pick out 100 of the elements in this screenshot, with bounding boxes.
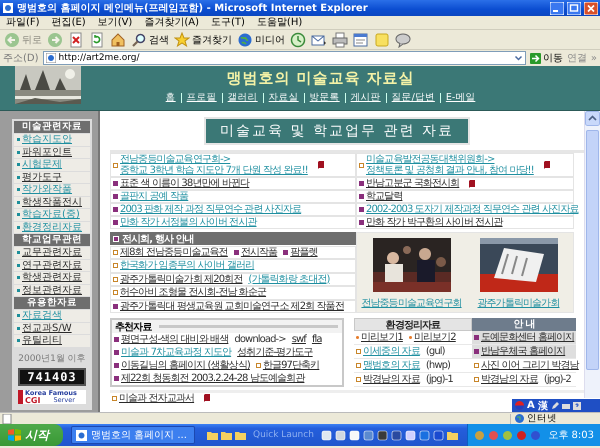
- nav-link[interactable]: 갤러리: [222, 93, 263, 103]
- scrollbar-thumb[interactable]: [586, 130, 599, 370]
- bullet-icon: [356, 349, 361, 354]
- folder-icon[interactable]: [221, 430, 232, 440]
- keyboard-icon[interactable]: [562, 402, 570, 410]
- minimize-button[interactable]: [550, 2, 564, 14]
- toolbar-button[interactable]: [332, 32, 348, 48]
- scrollbar[interactable]: [584, 111, 600, 398]
- folder-icon[interactable]: [207, 430, 218, 440]
- link[interactable]: 한글97단축키: [262, 360, 320, 371]
- link[interactable]: 미리보기1: [361, 332, 403, 343]
- bullet-icon: [113, 194, 118, 199]
- link[interactable]: 학교달력: [366, 191, 402, 202]
- link-note: (hwp): [426, 360, 450, 371]
- toolbar-button[interactable]: [353, 32, 369, 48]
- link-note: (gul): [426, 346, 445, 357]
- app-icon[interactable]: [362, 430, 374, 440]
- link[interactable]: swf: [292, 334, 306, 345]
- pen-icon[interactable]: [550, 402, 559, 410]
- nav-link[interactable]: 게시판: [344, 93, 386, 103]
- nav-link[interactable]: 홈: [160, 93, 181, 103]
- nav-link[interactable]: 프로필: [180, 93, 222, 103]
- link[interactable]: 교무관련자료: [22, 247, 82, 258]
- help-icon[interactable]: [572, 402, 581, 410]
- link[interactable]: 사진 이어 그리기 박경남: [481, 360, 579, 371]
- link[interactable]: 연구관련자료: [22, 260, 82, 271]
- nav-link[interactable]: 자료실: [262, 93, 304, 103]
- menu-item[interactable]: 즐겨찾기(A): [144, 16, 199, 28]
- taskbar-button[interactable]: 맹범호의 홈페이지 ...: [71, 426, 195, 444]
- menu-item[interactable]: 보기(V): [98, 16, 132, 28]
- bullet-icon: [113, 207, 118, 212]
- link[interactable]: 제8회 전남중등미술교육전: [120, 246, 228, 258]
- app-icon[interactable]: [334, 430, 346, 440]
- toolbar-button[interactable]: [110, 32, 126, 48]
- bullet-icon: [113, 250, 118, 255]
- link[interactable]: 유틸리티: [22, 335, 62, 346]
- input-mode[interactable]: A: [527, 400, 535, 411]
- link[interactable]: 2002-2003 도자기 제작과정 직무연수 관련 사진자료: [366, 204, 579, 215]
- nav-link[interactable]: 방문록: [304, 93, 345, 103]
- link[interactable]: 전교과S/W: [22, 322, 72, 334]
- link[interactable]: 박경남의 자료: [481, 374, 538, 385]
- app-icon[interactable]: [390, 430, 402, 440]
- link[interactable]: 광주가톨릭미술가회 제20회전: [120, 274, 242, 285]
- menu-item[interactable]: 도움말(H): [256, 16, 302, 28]
- link[interactable]: 성취기준-평가도구: [237, 347, 313, 358]
- app-icon[interactable]: [348, 430, 360, 440]
- nav-link[interactable]: E-메일: [440, 93, 480, 103]
- address-field[interactable]: http://art2me.org/: [42, 51, 526, 65]
- link[interactable]: 맹범호의 자료: [363, 360, 420, 371]
- link[interactable]: 팜플렛: [290, 246, 318, 258]
- link[interactable]: (가톨릭화랑 초대전): [248, 274, 330, 285]
- toolbar-button[interactable]: 검색: [131, 32, 169, 48]
- app-icon[interactable]: [320, 430, 332, 440]
- bullet-icon: [113, 290, 118, 296]
- app-icon[interactable]: [418, 430, 430, 440]
- link[interactable]: 정보관련자료: [22, 284, 82, 296]
- scroll-up-button[interactable]: [585, 111, 600, 126]
- note-icon: [374, 32, 390, 48]
- stop-icon: [68, 32, 84, 48]
- toolbar-button[interactable]: [89, 32, 105, 48]
- link[interactable]: 평면구성-색의 대비와 배색: [121, 334, 228, 345]
- site-title: 맹범호의 미술교육 자료실: [226, 69, 415, 88]
- close-button[interactable]: [584, 2, 598, 14]
- menu-item[interactable]: 편집(E): [52, 16, 86, 28]
- app-icon[interactable]: [376, 430, 388, 440]
- hanja-mode[interactable]: 漢: [538, 398, 548, 412]
- folder-icon[interactable]: [235, 430, 246, 440]
- toolbar-button[interactable]: [395, 32, 411, 48]
- toolbar-button[interactable]: [68, 32, 84, 48]
- link[interactable]: fla: [312, 334, 322, 345]
- nav-link[interactable]: 질문/답변: [386, 93, 440, 103]
- toolbar-button[interactable]: [290, 32, 306, 48]
- bullet-icon: [17, 163, 20, 166]
- toolbar-button[interactable]: 미디어: [237, 32, 285, 48]
- link[interactable]: 전시작품: [240, 246, 278, 258]
- app-icon[interactable]: [432, 430, 444, 440]
- bullet-icon: [474, 335, 479, 340]
- link[interactable]: 이동길님의 홈페이지 (생활상식): [121, 360, 250, 371]
- menu-item[interactable]: 파일(F): [6, 16, 40, 28]
- link[interactable]: 평가도구: [22, 172, 62, 183]
- dropdown-icon[interactable]: [514, 53, 523, 63]
- toolbar-button[interactable]: 즐겨찾기: [174, 32, 232, 48]
- link-note: download->: [234, 334, 286, 345]
- bullet-icon: [17, 288, 20, 292]
- link[interactable]: 이세중의 자료: [363, 346, 420, 357]
- menu-item[interactable]: 도구(T): [211, 16, 245, 28]
- link[interactable]: 학생관련자료: [22, 272, 82, 284]
- go-button[interactable]: 이동: [530, 51, 563, 65]
- link[interactable]: 미리보기2: [414, 332, 456, 343]
- maximize-button[interactable]: [567, 2, 581, 14]
- link[interactable]: 제22회 청동회전 2003.2.24-28 남도예술회관: [121, 373, 304, 384]
- bullet-icon: [113, 220, 118, 225]
- app-icon[interactable]: [404, 430, 416, 440]
- link[interactable]: 미술과 7차교육과정 지도안: [121, 347, 232, 358]
- link[interactable]: 학생작품전시: [22, 196, 82, 208]
- folder-icon[interactable]: [446, 430, 458, 440]
- link[interactable]: 파워포인트: [22, 146, 72, 158]
- link[interactable]: 미술과 전자교과서: [119, 392, 194, 404]
- link[interactable]: 박경남의 자료: [363, 374, 420, 385]
- bullet-icon: [17, 326, 20, 330]
